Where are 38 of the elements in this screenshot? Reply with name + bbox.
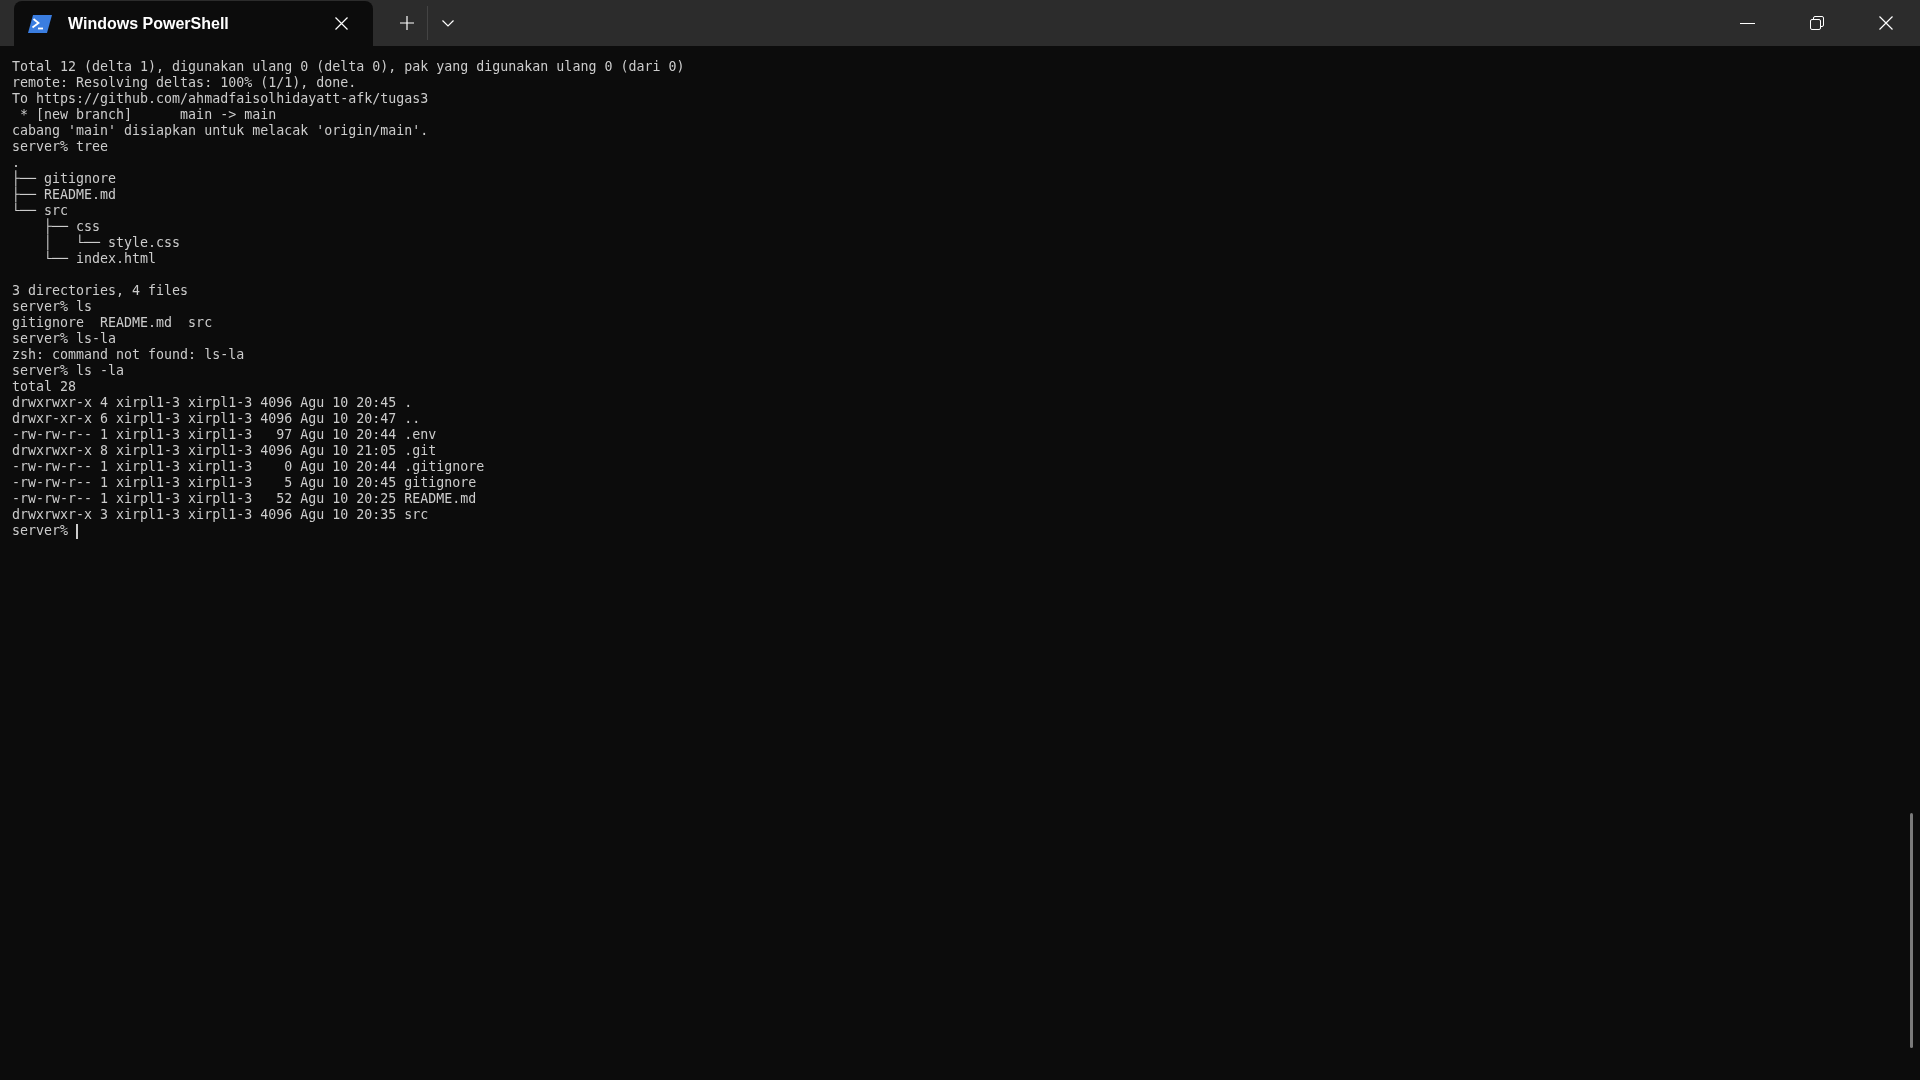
terminal-line: ├── README.md [12,187,117,202]
terminal-line: server% ls [12,299,93,315]
terminal-line: server% tree [12,139,109,155]
terminal-line: server% [12,523,69,539]
terminal-line: server% ls-la [12,331,117,347]
minimize-icon [1740,22,1755,24]
terminal-line: │ └── style.css [43,235,181,250]
terminal-line: drwxrwxr-x 8 xirpl1-3 xirpl1-3 4096 Agu 10 21:05 .git [12,443,437,459]
close-icon [1878,16,1893,30]
terminal-line: 3 directories, 4 files [12,283,189,299]
terminal-line: drwxr-xr-x 6 xirpl1-3 xirpl1-3 4096 Agu 10 20:47 .. [12,411,421,427]
scrollbar-thumb[interactable] [1910,813,1913,1048]
terminal-line: ├── css [43,219,101,234]
terminal-line: -rw-rw-r-- 1 xirpl1-3 xirpl1-3 97 Agu 10 20:44 .env [12,427,437,443]
chevron-down-icon [442,19,454,27]
terminal-line: -rw-rw-r-- 1 xirpl1-3 xirpl1-3 0 Agu 10 20:44 .gitignore [12,459,485,475]
terminal-line: -rw-rw-r-- 1 xirpl1-3 xirpl1-3 52 Agu 10 20:25 README.md [12,491,477,507]
terminal-line: server% ls -la [12,363,125,379]
terminal-line: Total 12 (delta 1), digunakan ulang 0 (delta 0), pak yang digunakan ulang 0 (dari 0) [12,59,685,75]
close-icon [334,17,348,30]
terminal-line: zsh: command not found: ls-la [12,347,245,363]
terminal-line: ├── gitignore [12,171,117,186]
terminal-line: To https://github.com/ahmadfaisolhidayatt-afk/tugas3 [12,91,429,107]
terminal-line: drwxrwxr-x 3 xirpl1-3 xirpl1-3 4096 Agu 10 20:35 src [12,507,429,523]
terminal-line: total 28 [12,379,77,395]
terminal-line: * [new branch] main -> main [19,107,277,123]
terminal-line: drwxrwxr-x 4 xirpl1-3 xirpl1-3 4096 Agu 10 20:45 . [12,395,413,411]
restore-icon [1809,16,1824,30]
terminal-line: gitignore README.md src [12,315,213,331]
terminal-line: . [12,155,20,170]
terminal-line: └── src [12,203,69,218]
terminal-icon [28,14,52,33]
terminal-line: remote: Resolving deltas: 100% (1/1), done. [12,75,357,91]
tab[interactable]: Windows PowerShell [14,1,373,46]
terminal-line: └── index.html [43,251,157,267]
terminal-line: -rw-rw-r-- 1 xirpl1-3 xirpl1-3 5 Agu 10 20:45 gitignore [12,475,477,491]
terminal-line: cabang 'main' disiapkan untuk melacak 'origin/main'. [12,123,429,139]
plus-icon [400,16,414,30]
